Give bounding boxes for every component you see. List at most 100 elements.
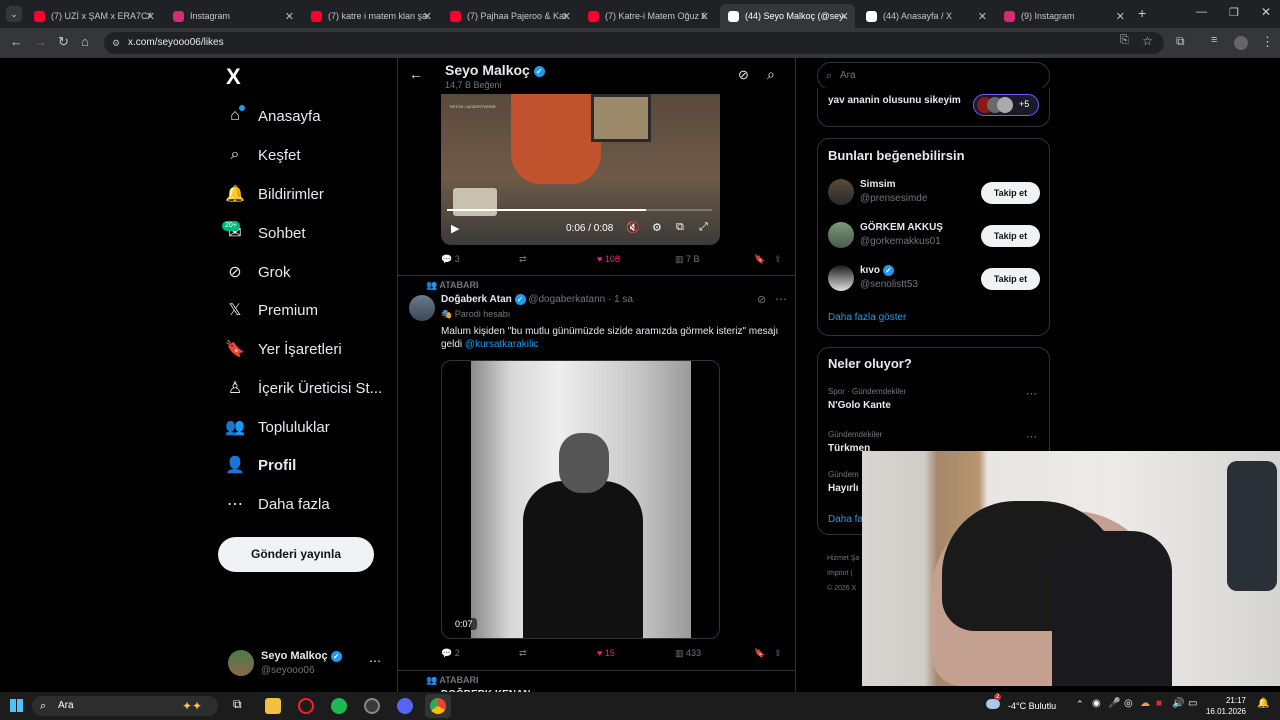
spotify-icon[interactable] (331, 698, 347, 714)
avatar[interactable] (828, 222, 854, 248)
x-logo-icon[interactable]: X (226, 64, 241, 90)
discord-tray-icon[interactable]: ◎ (1124, 698, 1133, 709)
author-name[interactable]: Doğaberk Atan (441, 294, 512, 305)
mute-icon[interactable]: 🔇 (626, 221, 640, 234)
cloud-icon[interactable]: ☁ (1140, 698, 1150, 709)
share-icon[interactable]: ⇪ (774, 254, 782, 265)
tray-red-icon[interactable]: ■ (1156, 698, 1162, 709)
tab-close-icon[interactable]: ✕ (700, 10, 709, 23)
sidebar-item-premium[interactable]: 𝕏 Premium (224, 295, 318, 325)
browser-tab[interactable]: (9) Instagram ✕ (996, 4, 1131, 28)
search-input[interactable]: ⌕ Ara (817, 62, 1050, 90)
tweet-2[interactable]: 👥 ATABARI Doğaberk Atan ✓ @dogaberkatann… (398, 276, 795, 670)
like-button[interactable]: ♥ 15 (597, 648, 615, 658)
sidebar-item-topluluklar[interactable]: 👥 Topluluklar (224, 412, 330, 442)
tab-close-icon[interactable]: ✕ (146, 10, 155, 23)
sidebar-item-grok[interactable]: ⊘ Grok (224, 257, 290, 287)
follow-button[interactable]: Takip et (981, 182, 1040, 204)
window-restore-button[interactable]: ❐ (1229, 6, 1239, 19)
avatar-stack[interactable]: +5 (973, 94, 1039, 116)
author-handle[interactable]: @dogaberkatann (528, 294, 605, 305)
tray-overflow-icon[interactable]: ⌃ (1076, 699, 1084, 710)
tab-close-icon[interactable]: ✕ (285, 10, 294, 23)
community-card[interactable]: yav ananin olusunu sikeyim +5 (817, 88, 1050, 127)
more-icon[interactable]: ⋯ (775, 292, 787, 306)
grok-refresh-icon[interactable]: ⊘ (738, 67, 749, 83)
extensions-icon[interactable]: ⧉ (1176, 34, 1185, 49)
tray-app-icon[interactable]: ◉ (1092, 698, 1101, 709)
browser-tab[interactable]: (7) Pajhaa Pajeroo & Katre ✕ (442, 4, 577, 28)
settings-icon[interactable]: ⚙ (652, 221, 662, 234)
reply-button[interactable]: 💬 3 (441, 254, 460, 265)
install-app-icon[interactable]: ⎘ (1120, 34, 1129, 47)
show-more-link[interactable]: Daha fazla göster (828, 312, 906, 323)
home-browser-icon[interactable]: ⌂ (81, 34, 89, 49)
tab-close-icon[interactable]: ✕ (978, 10, 987, 23)
window-close-button[interactable]: ✕ (1261, 5, 1271, 19)
suggested-user[interactable]: Simsim @prensesimde Takip et (818, 179, 1051, 215)
bookmark-star-icon[interactable]: ☆ (1142, 34, 1153, 48)
sidebar-item-yer-i-şaretleri[interactable]: 🔖 Yer İşaretleri (224, 334, 342, 364)
trend-more-icon[interactable]: ⋯ (1026, 430, 1037, 443)
forward-icon[interactable]: → (34, 34, 47, 49)
avatar[interactable] (828, 179, 854, 205)
browser-tab[interactable]: (44) Anasayfa / X ✕ (858, 4, 993, 28)
taskbar-search[interactable]: ⌕ Ara ✦✦ (32, 696, 218, 716)
video-player[interactable]: TIKTOK / AZIZORTVEDIR ▶ 0:06 / 0:08 🔇 ⚙ … (441, 94, 720, 245)
views-button[interactable]: ▥ 7 B (675, 254, 700, 265)
window-minimize-button[interactable]: — (1196, 6, 1207, 18)
show-more-link[interactable]: Daha fa (828, 514, 863, 525)
weather-icon[interactable] (986, 699, 1000, 709)
site-info-icon[interactable]: ⚙ (112, 32, 120, 54)
avatar[interactable] (409, 295, 435, 321)
suggested-user[interactable]: GÖRKEM AKKUŞ @gorkemakkus01 Takip et (818, 222, 1051, 258)
browser-tab[interactable]: (44) Seyo Malkoç (@seyo ✕ (720, 4, 855, 28)
microphone-icon[interactable]: 🎤 (1108, 698, 1120, 709)
tab-close-icon[interactable]: ✕ (1116, 10, 1125, 23)
sidebar-item-profil[interactable]: 👤 Profil (224, 450, 296, 480)
follow-button[interactable]: Takip et (981, 225, 1040, 247)
play-icon[interactable]: ▶ (451, 222, 459, 235)
retweet-icon[interactable]: ⇄ (519, 254, 527, 265)
tab-search-dropdown[interactable]: ⌄ (6, 6, 22, 22)
mention-link[interactable]: @kursatkarakilic (465, 339, 539, 350)
notification-bell-icon[interactable]: 🔔 (1257, 698, 1269, 709)
discord-icon[interactable] (397, 698, 413, 714)
avatar[interactable] (828, 265, 854, 291)
views-button[interactable]: ▥ 433 (675, 648, 701, 659)
browser-tab[interactable]: (7) Katre-i Matem Oğuz C ✕ (580, 4, 715, 28)
webcam-overlay[interactable] (862, 451, 1280, 686)
bookmark-icon[interactable]: 🔖 (754, 648, 765, 659)
search-icon[interactable]: ⌕ (767, 66, 775, 83)
task-view-icon[interactable]: ⧉ (233, 697, 242, 712)
app-icon[interactable] (364, 698, 380, 714)
sidebar-item-i-çerik-üreticisi-st-[interactable]: ♙ İçerik Üreticisi St... (224, 373, 382, 403)
file-explorer-icon[interactable] (265, 698, 281, 714)
reload-icon[interactable]: ↻ (58, 34, 69, 50)
bookmark-icon[interactable]: 🔖 (754, 254, 765, 265)
opera-icon[interactable] (298, 698, 314, 714)
footer-imprint[interactable]: Imprint | (827, 566, 859, 581)
tab-close-icon[interactable]: ✕ (562, 10, 571, 23)
trend-more-icon[interactable]: ⋯ (1026, 387, 1037, 400)
profile-avatar-icon[interactable] (1234, 36, 1248, 50)
back-arrow-icon[interactable]: ← (409, 66, 423, 82)
grok-icon[interactable]: ⊘ (757, 293, 766, 306)
sidebar-item-daha-fazla[interactable]: ⋯ Daha fazla (224, 489, 330, 519)
volume-icon[interactable]: 🔊 (1172, 698, 1184, 709)
like-button[interactable]: ♥ 108 (597, 254, 620, 264)
footer-terms[interactable]: Hizmet Şa (827, 551, 859, 566)
network-icon[interactable]: ▭ (1188, 698, 1197, 709)
weather-text[interactable]: -4°C Bulutlu (1008, 701, 1056, 711)
sidebar-item-bildirimler[interactable]: 🔔 Bildirimler (224, 179, 324, 209)
browser-tab[interactable]: (7) UZİ x ŞAM x ERA7CAP ✕ (26, 4, 161, 28)
follow-button[interactable]: Takip et (981, 268, 1040, 290)
reply-button[interactable]: 💬 2 (441, 648, 460, 659)
account-more-icon[interactable]: ⋯ (369, 654, 381, 668)
browser-menu-icon[interactable]: ⋮ (1261, 34, 1274, 50)
browser-tab[interactable]: (7) katre i matem klan şarkısı✕ (303, 4, 438, 28)
browser-tab[interactable]: Instagram ✕ (165, 4, 300, 28)
tab-close-icon[interactable]: ✕ (840, 10, 849, 23)
sidebar-item-keşfet[interactable]: ⌕ Keşfet (224, 140, 301, 170)
video-progress-track[interactable] (447, 209, 712, 211)
